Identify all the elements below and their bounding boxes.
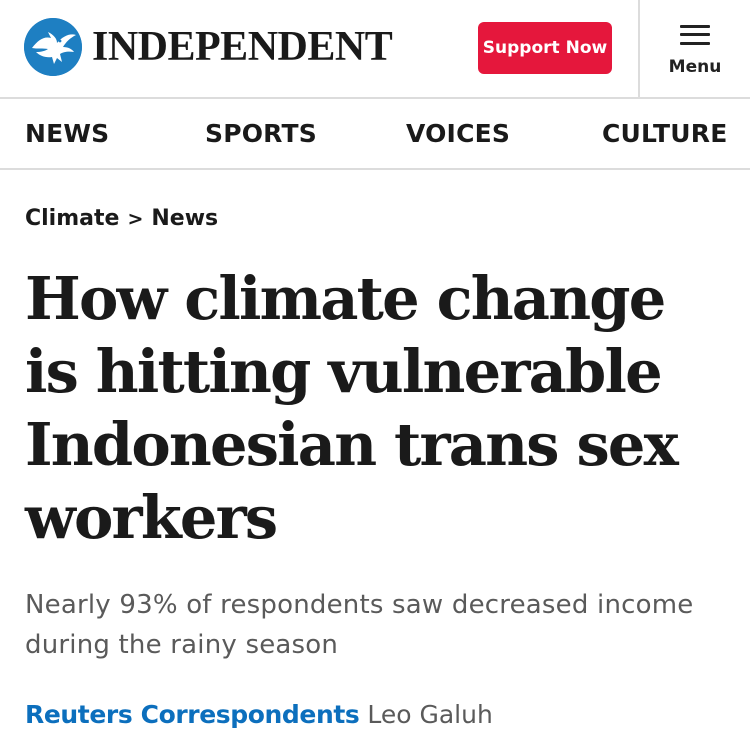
menu-button[interactable]: Menu [638,0,750,97]
nav-item-culture[interactable]: CULTURE [602,119,728,148]
logo-wordmark: INDEPENDENT [92,24,393,70]
nav-item-voices[interactable]: VOICES [406,119,510,148]
byline-author-name: Leo Galuh [367,700,493,729]
support-now-button[interactable]: Support Now [478,22,612,74]
nav-item-news[interactable]: NEWS [25,119,109,148]
breadcrumb: Climate > News [25,206,218,231]
breadcrumb-subsection[interactable]: News [151,206,218,231]
byline-author-link[interactable]: Reuters Correspondents [25,700,360,729]
article-headline: How climate change is hitting vulnerable… [25,264,679,552]
section-nav: NEWS SPORTS VOICES CULTURE [0,99,750,170]
breadcrumb-separator: > [127,208,144,230]
site-logo[interactable]: INDEPENDENT [24,18,393,76]
eagle-icon [24,18,82,76]
article-subtitle: Nearly 93% of respondents saw decreased … [25,590,694,660]
breadcrumb-section[interactable]: Climate [25,206,119,231]
hamburger-icon [680,24,710,45]
nav-item-sports[interactable]: SPORTS [205,119,317,148]
menu-label: Menu [668,56,722,77]
site-header: INDEPENDENT Support Now Menu [0,0,750,99]
article-byline: Reuters Correspondents Leo Galuh [25,697,493,733]
